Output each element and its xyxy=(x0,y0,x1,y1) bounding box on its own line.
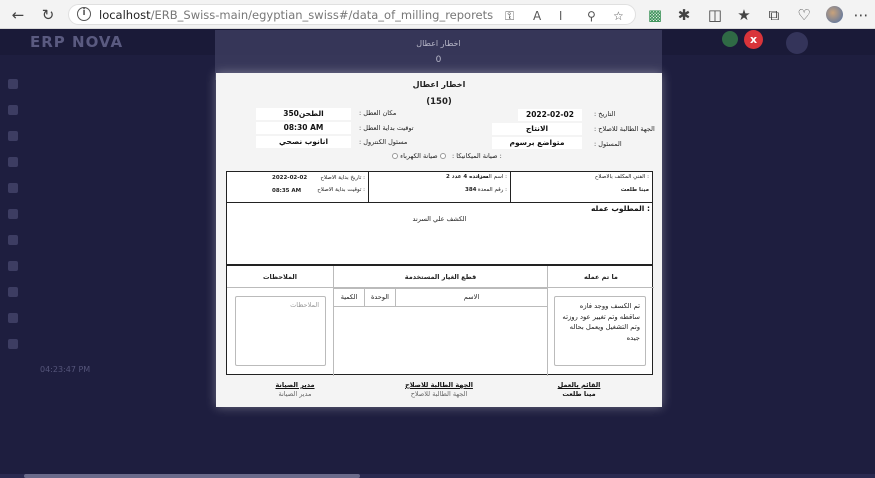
required-work-label: المطلوب عمله : xyxy=(590,204,650,213)
info-icon[interactable]: i xyxy=(77,7,91,21)
requesting-party-field[interactable]: الانتاج xyxy=(492,123,582,135)
start-time-label: توقيت بداية العطل : xyxy=(359,124,414,132)
equipment-number-label: رقم المعدة : xyxy=(477,187,507,193)
equipment-number-value: 384 xyxy=(465,187,477,193)
technician-value: مينا طلعت xyxy=(620,187,649,193)
translate-icon[interactable]: ا xyxy=(559,9,562,23)
repair-time-label: توقيت بداية الاصلاح : xyxy=(317,187,365,193)
key-icon[interactable]: ⚿ xyxy=(505,9,514,24)
controller-label: مسئول الكنترول : xyxy=(359,138,408,146)
date-label: التاريخ : xyxy=(594,110,616,118)
sidebar-item[interactable] xyxy=(8,105,28,119)
radio-electrical[interactable] xyxy=(439,153,446,159)
repair-info-table: تاريخ بداية الاصلاح : 2022-02-02 توقيت ب… xyxy=(226,171,653,203)
extension-icon[interactable]: ▩ xyxy=(645,5,665,25)
sidebar-item[interactable] xyxy=(8,339,28,353)
sidebar-time: 04:23:47 PM xyxy=(40,365,91,374)
background-modal-number: 0 xyxy=(435,55,442,65)
refresh-icon[interactable]: ↻ xyxy=(38,5,58,25)
address-bar[interactable]: i localhost/ERB_Swiss-main/egyptian_swis… xyxy=(68,4,636,25)
worker-name: مينا طلعت xyxy=(562,390,596,398)
background-modal-title: اخطار اعطال xyxy=(416,39,461,48)
notes-textarea[interactable]: الملاحظات xyxy=(235,296,326,366)
favorite-icon[interactable]: ☆ xyxy=(613,9,624,23)
technician-cell: الفني المكلف بالاصلاح : مينا طلعت xyxy=(510,172,652,202)
collections-icon[interactable]: ⧉ xyxy=(764,5,784,25)
browser-toolbar: ← ↻ i localhost/ERB_Swiss-main/egyptian_… xyxy=(0,0,875,29)
parts-header: قطع الغيار المستخدمة xyxy=(334,266,547,288)
location-field[interactable]: الطحن350 xyxy=(256,108,351,120)
sidebar-item[interactable] xyxy=(8,183,28,197)
sidebar-item[interactable] xyxy=(8,313,28,327)
back-icon[interactable]: ← xyxy=(8,5,28,25)
browser-essentials-icon[interactable]: ♡ xyxy=(794,5,814,25)
report-modal: اخطار اعطال (150) التاريخ : 2022-02-02 ا… xyxy=(216,73,662,407)
sidebar-item[interactable] xyxy=(8,157,28,171)
worker-signature: القائم بالعمل مينا طلعت xyxy=(534,381,624,398)
parts-qty-header: الكمية xyxy=(340,293,358,301)
equipment-cell: اسم المعدة : سرانده 4 عدد 2 رقم المعدة :… xyxy=(368,172,510,202)
repair-date-value: 2022-02-02 xyxy=(272,175,308,181)
sidebar-item[interactable] xyxy=(8,209,28,223)
split-screen-icon[interactable]: ◫ xyxy=(705,5,725,25)
responsible-label: المسئول : xyxy=(594,140,622,148)
repair-start-cell: تاريخ بداية الاصلاح : 2022-02-02 توقيت ب… xyxy=(227,172,368,202)
requesting-party-label: الجهة الطالبة للاصلاح : xyxy=(594,125,655,133)
report-title: اخطار اعطال xyxy=(412,80,466,89)
read-aloud-icon[interactable]: A xyxy=(533,9,541,23)
sidebar-item[interactable] xyxy=(8,287,28,301)
work-done-textarea[interactable]: تم الكسف ووجد فازه ساقطه وتم تغيير عود ر… xyxy=(554,296,646,366)
manager-signature: مدير الصيانة مدير الصيانة xyxy=(250,381,340,398)
favorites-icon[interactable]: ★ xyxy=(734,5,754,25)
responsible-field[interactable]: متواضع برسوم xyxy=(492,137,582,149)
zoom-icon[interactable]: ⚲ xyxy=(587,9,596,23)
sidebar-item[interactable] xyxy=(8,235,28,249)
maintenance-type: صيانة الميكانيكا : صيانة الكهرباء : xyxy=(392,152,502,160)
equipment-name-value: سرانده 4 عدد 2 xyxy=(446,174,489,180)
done-header: ما تم عمله xyxy=(548,266,654,288)
manager-title: مدير الصيانة xyxy=(275,381,315,389)
start-time-field[interactable]: 08:30 AM xyxy=(256,122,351,134)
worker-title: القائم بالعمل xyxy=(557,381,601,389)
required-work-value: الكشف علي السرند xyxy=(412,215,467,223)
requesting-party-signature: الجهة الطالبة للاصلاح الجهة الطالبة للاص… xyxy=(389,381,489,398)
sidebar-item[interactable] xyxy=(8,261,28,275)
user-avatar[interactable] xyxy=(786,32,808,54)
work-details-grid: الملاحظات قطع الغيار المستخدمة ما تم عمل… xyxy=(226,265,654,376)
repair-time-value: 08:35 AM xyxy=(272,188,302,194)
requesting-party-sig-name: الجهة الطالبة للاصلاح xyxy=(410,390,468,398)
date-field[interactable]: 2022-02-02 xyxy=(518,109,582,121)
profile-avatar[interactable] xyxy=(826,6,843,23)
url-path: /ERB_Swiss-main/egyptian_swiss#/data_of_… xyxy=(150,8,494,22)
requesting-party-sig-title: الجهة الطالبة للاصلاح xyxy=(405,381,473,389)
scrollbar-thumb[interactable] xyxy=(24,474,360,478)
parts-name-header: الاسم xyxy=(463,293,480,301)
manager-name: مدير الصيانة xyxy=(278,390,312,398)
whatsapp-icon[interactable] xyxy=(722,31,738,47)
controller-field[interactable]: انانوب نصحي xyxy=(256,136,351,148)
technician-label: الفني المكلف بالاصلاح : xyxy=(594,174,649,180)
extensions-puzzle-icon[interactable]: ✱ xyxy=(674,5,694,25)
parts-unit-header: الوحدة xyxy=(364,288,396,306)
report-number: (150) xyxy=(426,97,452,107)
mechanical-label: صيانة الميكانيكا : xyxy=(452,152,498,160)
radio-mechanical[interactable] xyxy=(392,153,398,159)
more-icon[interactable]: ⋯ xyxy=(851,5,871,25)
url-host: localhost xyxy=(99,8,151,22)
brand-logo: ERP NOVA xyxy=(30,33,124,51)
repair-date-label: تاريخ بداية الاصلاح : xyxy=(320,175,365,181)
sidebar-item[interactable] xyxy=(8,79,28,93)
location-label: مكان العطل : xyxy=(359,109,397,117)
notes-header: الملاحظات xyxy=(227,266,333,288)
sidebar-item[interactable] xyxy=(8,131,28,145)
required-work-section: المطلوب عمله : الكشف علي السرند xyxy=(226,203,653,265)
close-button[interactable]: x xyxy=(744,30,763,49)
